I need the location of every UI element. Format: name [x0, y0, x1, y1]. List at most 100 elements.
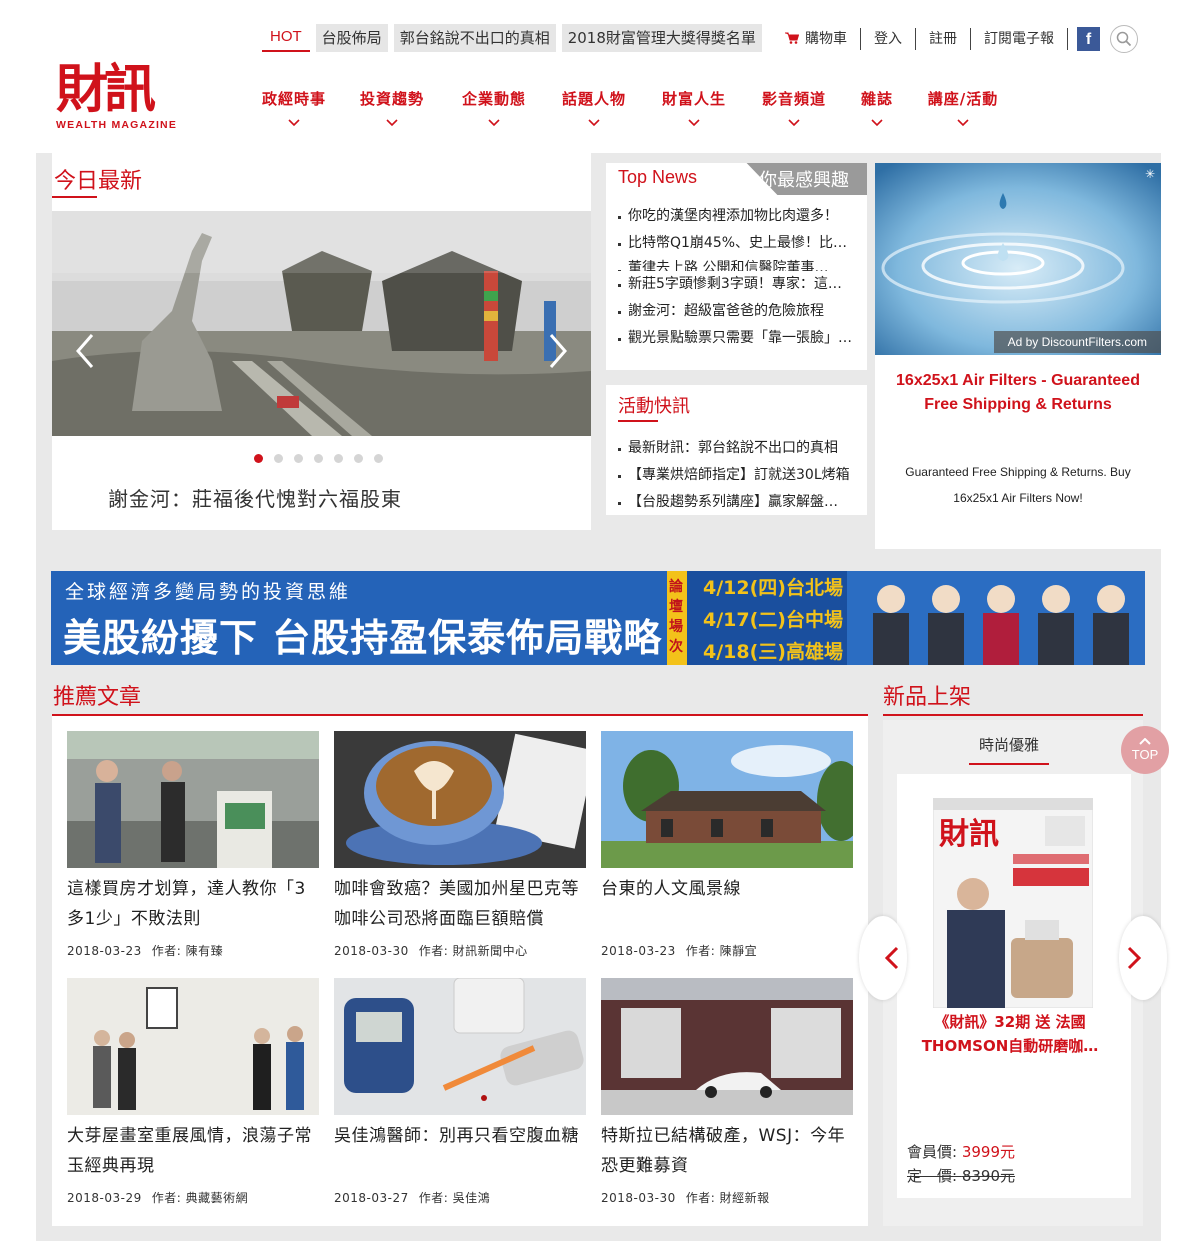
- nav-item-investment[interactable]: 投資趨勢: [340, 88, 444, 127]
- hot-bar: HOT 台股佈局 郭台銘說不出口的真相 2018財富管理大獎得獎名單: [262, 24, 762, 52]
- list-item[interactable]: 董律去上路 公開和信醫院董事…: [616, 257, 857, 271]
- chevron-down-icon: [288, 119, 300, 127]
- carousel-caption[interactable]: 謝金河：莊福後代愧對六福股東: [108, 483, 402, 512]
- magazine-cover[interactable]: 財訊: [933, 798, 1093, 1008]
- list-item[interactable]: 比特幣Q1崩45%、史上最慘！比特…: [616, 230, 857, 257]
- tab-top-news[interactable]: Top News: [606, 163, 734, 195]
- chevron-down-icon: [788, 119, 800, 127]
- carousel-slide-image[interactable]: [52, 211, 591, 436]
- carousel-dot[interactable]: [274, 454, 283, 463]
- back-to-top-button[interactable]: TOP: [1121, 726, 1169, 774]
- list-item[interactable]: 你吃的漢堡肉裡添加物比肉還多！: [616, 203, 857, 230]
- forum-banner[interactable]: 全球經濟多變局勢的投資思維 美股紛擾下 台股持盈保泰佈局戰略 論壇場次 4/12…: [51, 571, 1145, 665]
- carousel-dot[interactable]: [314, 454, 323, 463]
- tab-underline: [969, 763, 1049, 765]
- facebook-icon[interactable]: f: [1076, 27, 1100, 51]
- cart-link[interactable]: 購物車: [772, 28, 861, 50]
- carousel-dot[interactable]: [374, 454, 383, 463]
- article-title[interactable]: 台東的人文風景線: [601, 874, 853, 934]
- carousel-dot[interactable]: [254, 454, 263, 463]
- carousel-dot[interactable]: [334, 454, 343, 463]
- member-price-label: 會員價:: [907, 1143, 962, 1161]
- chevron-down-icon: [957, 119, 969, 127]
- article-title[interactable]: 這樣買房才划算，達人教你「3多1少」不敗法則: [67, 874, 319, 934]
- svg-text:財訊: 財訊: [939, 817, 999, 852]
- article-card[interactable]: 台東的人文風景線 2018-03-23 作者: 陳靜宜: [601, 731, 853, 959]
- article-thumbnail[interactable]: [601, 978, 853, 1115]
- list-price-label: 定 價:: [907, 1167, 962, 1185]
- article-card[interactable]: 咖啡會致癌？美國加州星巴克等咖啡公司恐將面臨巨額賠償 2018-03-30 作者:…: [334, 731, 586, 959]
- article-card[interactable]: 大芽屋畫室重展風情，浪蕩子常玉經典再現 2018-03-29 作者: 典藏藝術網: [67, 978, 319, 1206]
- carousel-next-icon[interactable]: [547, 331, 571, 371]
- article-title[interactable]: 吳佳鴻醫師：別再只看空腹血糖: [334, 1121, 586, 1181]
- hot-label: HOT: [262, 24, 310, 52]
- nav-label: 財富人生: [661, 90, 726, 108]
- list-item[interactable]: 【台股趨勢系列講座】贏家解盤…: [616, 489, 857, 516]
- ad-description: Guaranteed Free Shipping & Returns. Buy …: [905, 465, 1131, 505]
- ad-card[interactable]: ✳ Ad by DiscountFilters.com 16x25x1 Air …: [875, 163, 1161, 549]
- article-card[interactable]: 這樣買房才划算，達人教你「3多1少」不敗法則 2018-03-23 作者: 陳有臻: [67, 731, 319, 959]
- article-meta: 2018-03-30 作者: 財訊新聞中心: [334, 942, 586, 959]
- site-header: 財訊 WEALTH MAGAZINE HOT 台股佈局 郭台銘說不出口的真相 2…: [0, 0, 1200, 150]
- ad-attribution[interactable]: Ad by DiscountFilters.com: [993, 331, 1161, 353]
- article-title[interactable]: 特斯拉已結構破產，WSJ：今年恐更難募資: [601, 1121, 853, 1181]
- register-link[interactable]: 註冊: [916, 28, 971, 50]
- nav-item-politics[interactable]: 政經時事: [248, 88, 340, 127]
- search-icon[interactable]: [1110, 25, 1138, 53]
- hot-tag[interactable]: 2018財富管理大獎得獎名單: [561, 24, 762, 52]
- member-price: 3999元: [961, 1143, 1016, 1161]
- hot-tag[interactable]: 台股佈局: [315, 24, 388, 52]
- nav-label: 話題人物: [561, 90, 626, 108]
- ad-choices-icon[interactable]: ✳: [1145, 167, 1155, 181]
- product-card[interactable]: 財訊 《財訊》32期 送 法國THOMSON自動研磨咖… 會員價: 3999元 …: [897, 774, 1131, 1198]
- carousel-dot[interactable]: [294, 454, 303, 463]
- article-date: 2018-03-29: [67, 1191, 142, 1205]
- product-next-button[interactable]: [1119, 916, 1167, 1000]
- list-item[interactable]: 新莊5字頭慘剩3字頭！專家：這…: [616, 271, 857, 298]
- nav-item-corporate[interactable]: 企業動態: [444, 88, 544, 127]
- cart-label: 購物車: [805, 31, 847, 47]
- carousel-dot[interactable]: [354, 454, 363, 463]
- carousel-prev-icon[interactable]: [72, 331, 96, 371]
- list-item[interactable]: 最新財訊：郭台銘說不出口的真相: [616, 435, 857, 462]
- nav-label: 企業動態: [461, 90, 526, 108]
- login-link[interactable]: 登入: [861, 28, 916, 50]
- product-name[interactable]: 《財訊》32期 送 法國THOMSON自動研磨咖…: [905, 1010, 1115, 1058]
- article-thumbnail[interactable]: [334, 978, 586, 1115]
- article-date: 2018-03-30: [334, 944, 409, 958]
- article-thumbnail[interactable]: [334, 731, 586, 868]
- recommend-card: 這樣買房才划算，達人教你「3多1少」不敗法則 2018-03-23 作者: 陳有臻…: [52, 716, 868, 1226]
- site-logo[interactable]: 財訊 WEALTH MAGAZINE: [56, 62, 196, 134]
- list-item[interactable]: 觀光景點驗票只需要「靠一張臉」…: [616, 325, 857, 352]
- title-underline: [618, 420, 658, 422]
- theme-park-photo: [52, 211, 591, 436]
- article-thumbnail[interactable]: [67, 731, 319, 868]
- nav-label: 政經時事: [261, 90, 326, 108]
- tab-label: 你最感興趣: [759, 170, 849, 191]
- today-title: 今日最新: [54, 169, 143, 194]
- nav-item-video[interactable]: 影音頻道: [744, 88, 844, 127]
- nav-item-people[interactable]: 話題人物: [544, 88, 644, 127]
- cart-icon: [785, 32, 799, 44]
- nav-item-wealth[interactable]: 財富人生: [644, 88, 744, 127]
- article-card[interactable]: 特斯拉已結構破產，WSJ：今年恐更難募資 2018-03-30 作者: 財經新報: [601, 978, 853, 1206]
- article-thumbnail[interactable]: [67, 978, 319, 1115]
- subscribe-link[interactable]: 訂閱電子報: [971, 28, 1068, 50]
- ad-title[interactable]: 16x25x1 Air Filters - Guaranteed Free Sh…: [891, 369, 1145, 417]
- tab-fashion[interactable]: 時尚優雅: [979, 734, 1039, 755]
- article-card[interactable]: 吳佳鴻醫師：別再只看空腹血糖 2018-03-27 作者: 吳佳鴻: [334, 978, 586, 1206]
- tab-most-interesting[interactable]: 你最感興趣: [746, 163, 867, 195]
- nav-item-events[interactable]: 講座/活動: [910, 88, 1016, 127]
- hot-tag[interactable]: 郭台銘說不出口的真相: [393, 24, 556, 52]
- ad-image[interactable]: ✳ Ad by DiscountFilters.com: [875, 163, 1161, 355]
- list-item[interactable]: 謝金河：超級富爸爸的危險旅程: [616, 298, 857, 325]
- banner-date: 4/17(二)台中場: [703, 609, 843, 631]
- article-title[interactable]: 大芽屋畫室重展風情，浪蕩子常玉經典再現: [67, 1121, 319, 1181]
- article-thumbnail[interactable]: [601, 731, 853, 868]
- nav-item-magazine[interactable]: 雜誌: [844, 88, 910, 127]
- article-date: 2018-03-27: [334, 1191, 409, 1205]
- article-title[interactable]: 咖啡會致癌？美國加州星巴克等咖啡公司恐將面臨巨額賠償: [334, 874, 586, 934]
- article-date: 2018-03-23: [67, 944, 142, 958]
- product-prev-button[interactable]: [859, 916, 907, 1000]
- list-item[interactable]: 【專業烘焙師指定】訂就送30L烤箱: [616, 462, 857, 489]
